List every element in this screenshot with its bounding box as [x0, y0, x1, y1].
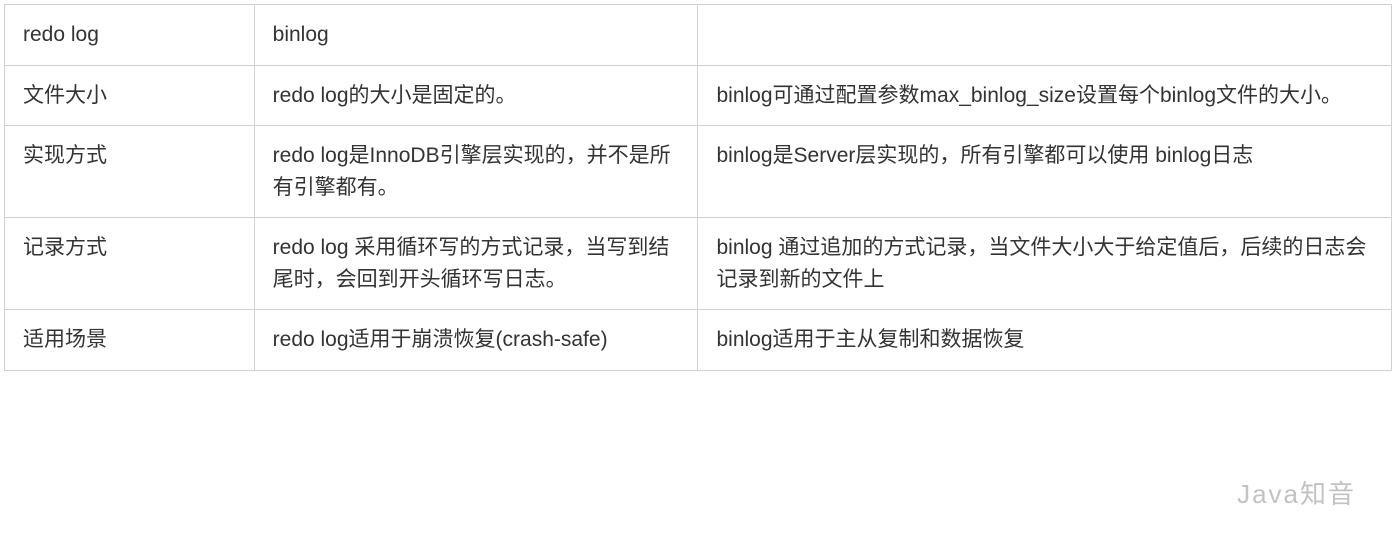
table-row: redo log binlog	[5, 5, 1392, 66]
cell-redo: redo log适用于崩溃恢复(crash-safe)	[254, 310, 698, 371]
cell-redo: redo log的大小是固定的。	[254, 65, 698, 126]
cell-label: 文件大小	[5, 65, 255, 126]
cell-label: 适用场景	[5, 310, 255, 371]
cell-label: 实现方式	[5, 126, 255, 218]
comparison-table: redo log binlog 文件大小 redo log的大小是固定的。 bi…	[4, 4, 1392, 371]
cell-binlog	[698, 5, 1392, 66]
table-row: 记录方式 redo log 采用循环写的方式记录，当写到结尾时，会回到开头循环写…	[5, 218, 1392, 310]
table-row: 实现方式 redo log是InnoDB引擎层实现的，并不是所有引擎都有。 bi…	[5, 126, 1392, 218]
cell-redo: binlog	[254, 5, 698, 66]
cell-binlog: binlog可通过配置参数max_binlog_size设置每个binlog文件…	[698, 65, 1392, 126]
cell-binlog: binlog是Server层实现的，所有引擎都可以使用 binlog日志	[698, 126, 1392, 218]
table-row: 文件大小 redo log的大小是固定的。 binlog可通过配置参数max_b…	[5, 65, 1392, 126]
cell-binlog: binlog适用于主从复制和数据恢复	[698, 310, 1392, 371]
cell-redo: redo log 采用循环写的方式记录，当写到结尾时，会回到开头循环写日志。	[254, 218, 698, 310]
cell-redo: redo log是InnoDB引擎层实现的，并不是所有引擎都有。	[254, 126, 698, 218]
cell-label: redo log	[5, 5, 255, 66]
table-row: 适用场景 redo log适用于崩溃恢复(crash-safe) binlog适…	[5, 310, 1392, 371]
watermark-text: Java知音	[1237, 475, 1356, 514]
cell-label: 记录方式	[5, 218, 255, 310]
cell-binlog: binlog 通过追加的方式记录，当文件大小大于给定值后，后续的日志会记录到新的…	[698, 218, 1392, 310]
